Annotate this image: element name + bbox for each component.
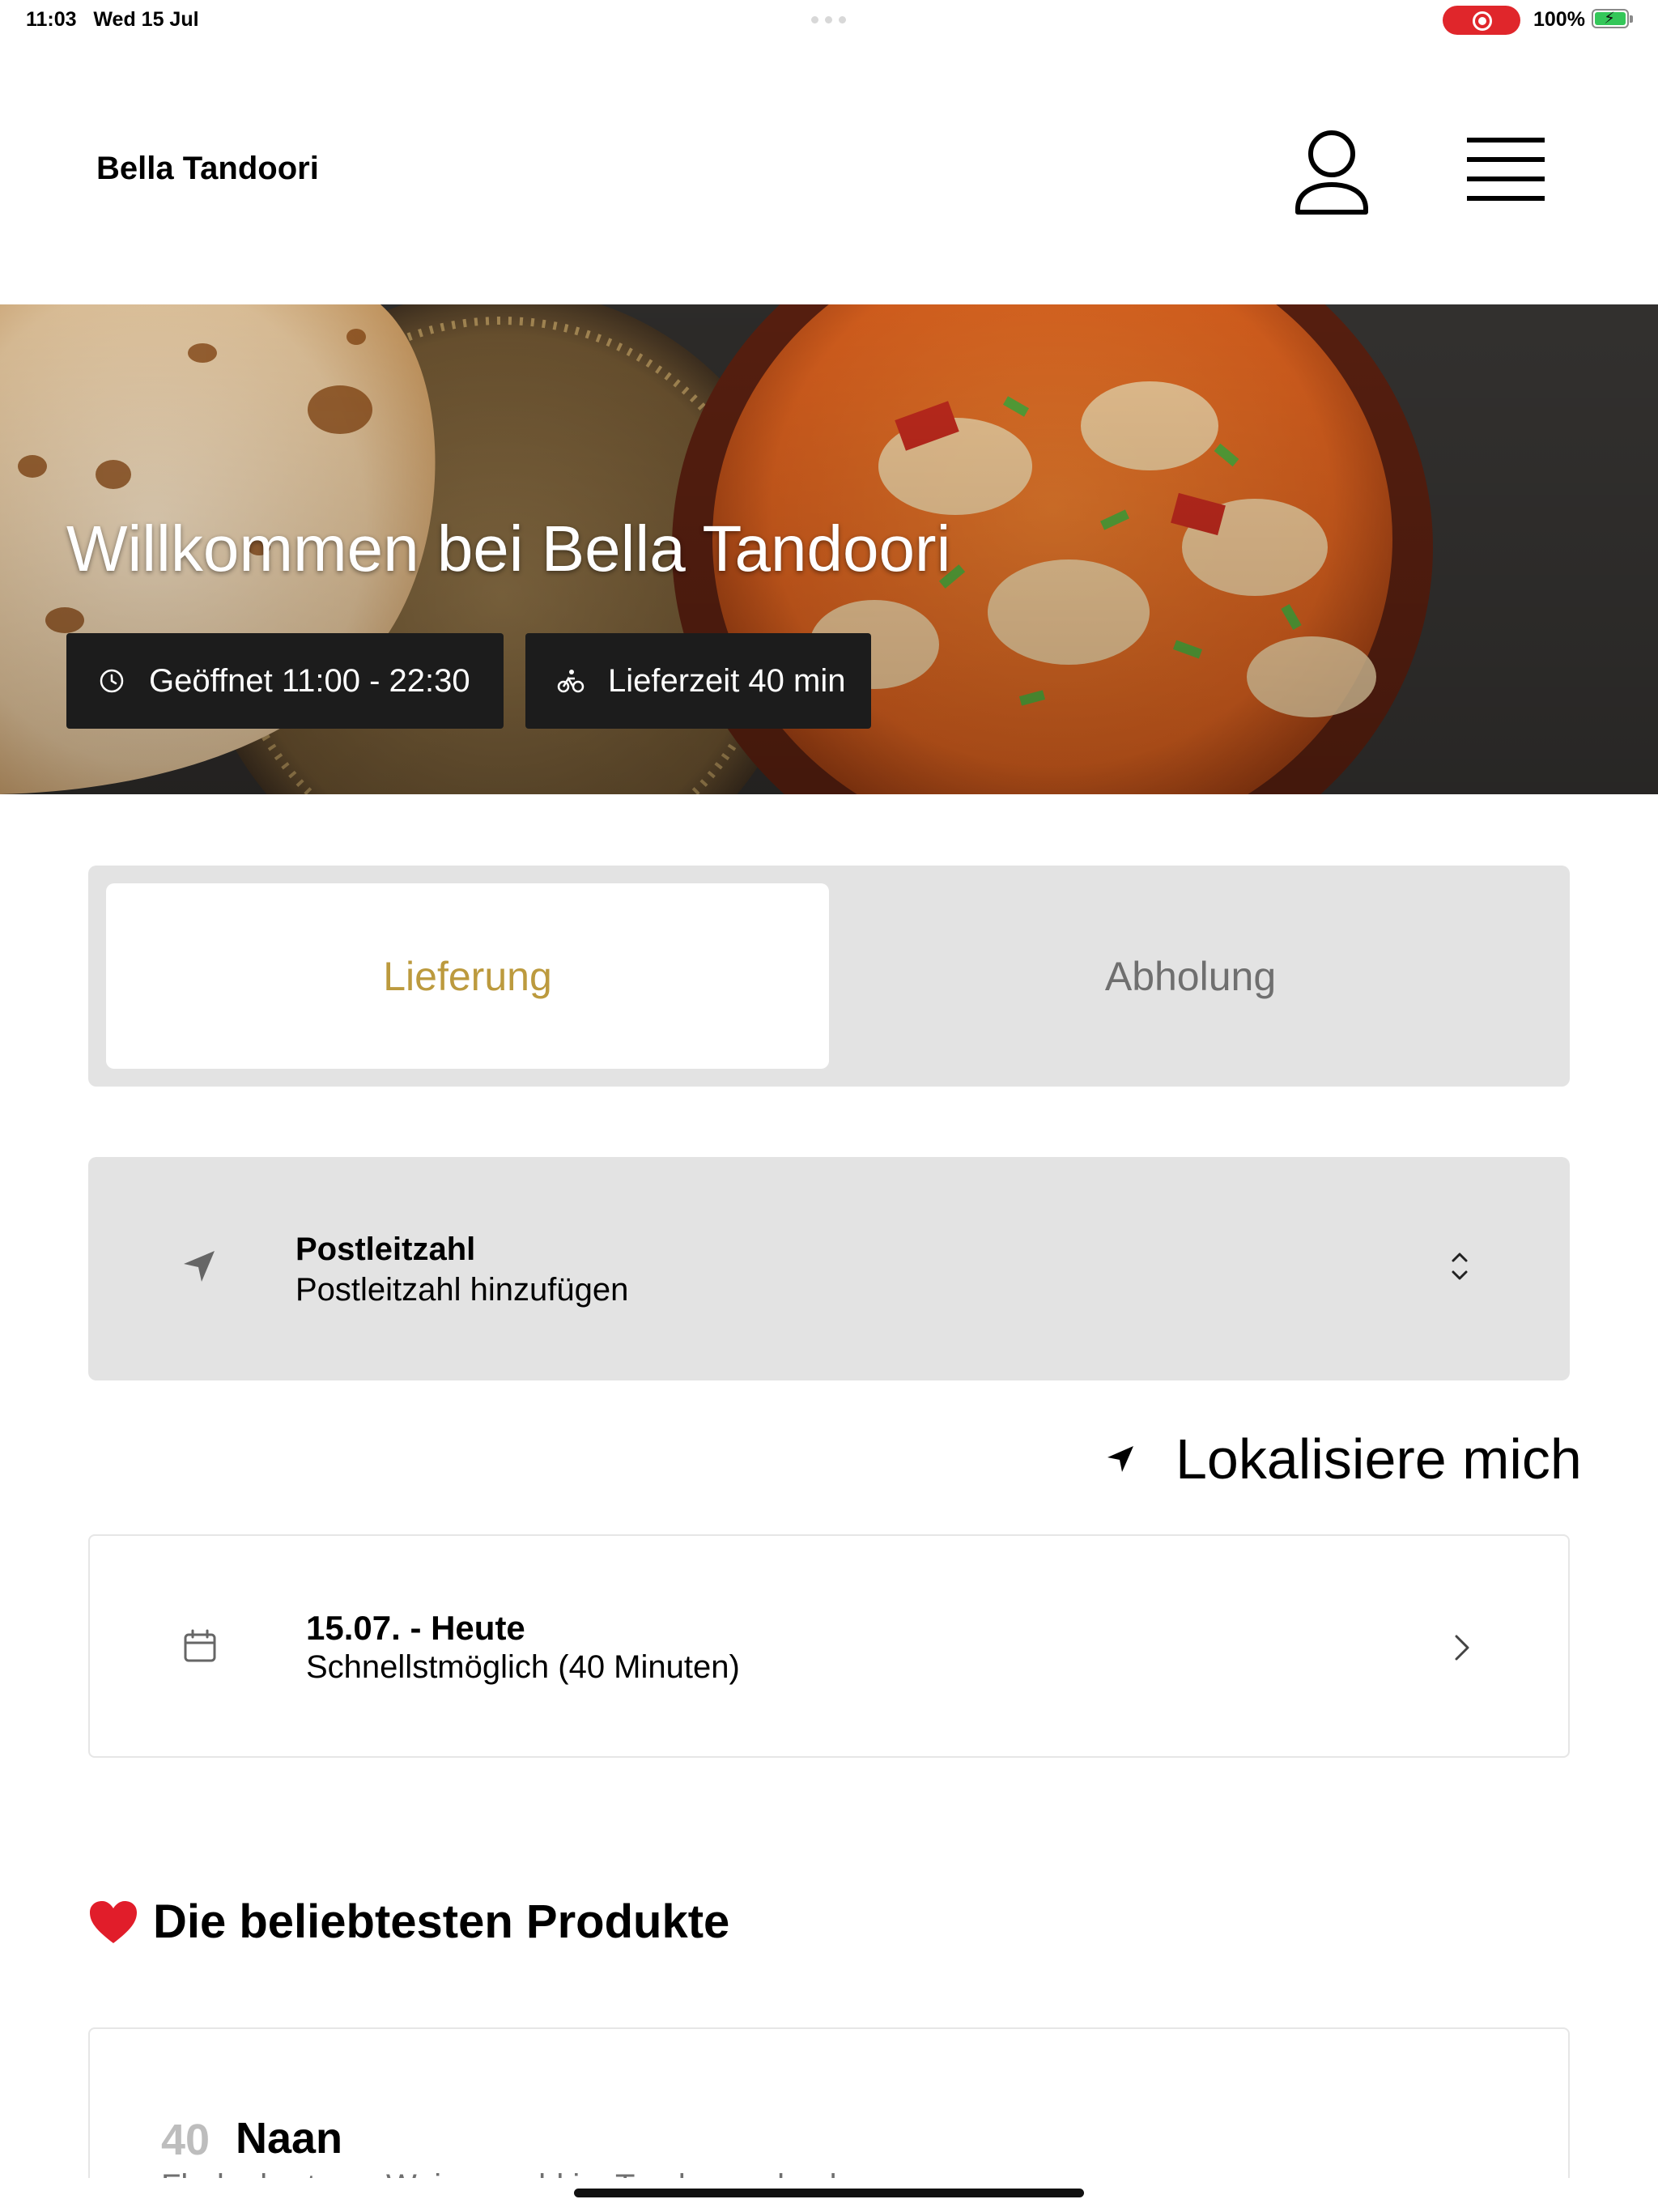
product-name: Naan: [236, 2114, 343, 2163]
screen-recording-icon[interactable]: [1443, 6, 1520, 35]
delivery-time-badge: Lieferzeit 40 min: [525, 633, 871, 729]
status-date: Wed 15 Jul: [93, 8, 199, 31]
home-indicator[interactable]: [574, 2189, 1084, 2197]
delivery-time-selector[interactable]: 15.07. - Heute Schnellstmöglich (40 Minu…: [88, 1534, 1570, 1758]
locate-me-label: Lokalisiere mich: [1175, 1427, 1582, 1491]
popular-products-title: Die beliebtesten Produkte: [153, 1895, 730, 1948]
hamburger-menu-icon: [1467, 138, 1545, 201]
status-time-date: 11:03 Wed 15 Jul: [26, 8, 199, 32]
location-arrow-icon: [184, 1251, 215, 1282]
chevron-up-down-icon: [1452, 1253, 1468, 1280]
status-bar: 11:03 Wed 15 Jul 100% ⚡: [0, 0, 1658, 39]
delivery-time-text: Lieferzeit 40 min: [608, 662, 846, 699]
battery-cap: [1630, 15, 1633, 23]
tab-pickup[interactable]: Abholung: [829, 883, 1552, 1069]
hero-banner: Willkommen bei Bella Tandoori Geöffnet 1…: [0, 304, 1658, 794]
battery-icon: ⚡: [1592, 9, 1629, 28]
clock-icon: [97, 666, 126, 696]
order-mode-toggle: Lieferung Abholung: [88, 866, 1570, 1087]
hero-title: Willkommen bei Bella Tandoori: [66, 513, 951, 585]
status-time: 11:03: [26, 8, 77, 31]
postcode-value: Postleitzahl hinzufügen: [295, 1272, 629, 1308]
bicycle-icon: [556, 666, 585, 696]
locate-me-button[interactable]: Lokalisiere mich: [1104, 1427, 1582, 1491]
heart-icon: [90, 1900, 137, 1943]
product-number: 40: [161, 2116, 210, 2164]
opening-hours-text: Geöffnet 11:00 - 22:30: [149, 662, 470, 699]
opening-hours-badge: Geöffnet 11:00 - 22:30: [66, 633, 504, 729]
battery-percentage: 100%: [1533, 8, 1585, 31]
postcode-selector[interactable]: Postleitzahl Postleitzahl hinzufügen: [88, 1157, 1570, 1380]
tab-delivery[interactable]: Lieferung: [106, 883, 829, 1069]
brand-title[interactable]: Bella Tandoori: [96, 151, 319, 187]
chevron-right-icon: [1455, 1635, 1469, 1661]
popular-products-heading: Die beliebtesten Produkte: [88, 1895, 729, 1949]
delivery-date: 15.07. - Heute: [306, 1609, 525, 1647]
user-account-button[interactable]: [1291, 123, 1372, 220]
postcode-label: Postleitzahl: [295, 1231, 476, 1267]
multitasking-dots-icon[interactable]: [811, 16, 846, 23]
person-icon: [1295, 130, 1368, 215]
location-arrow-icon: [1107, 1446, 1133, 1472]
menu-button[interactable]: [1465, 131, 1546, 204]
delivery-eta: Schnellstmöglich (40 Minuten): [306, 1649, 740, 1685]
calendar-icon: [184, 1629, 216, 1662]
app-page: 11:03 Wed 15 Jul 100% ⚡ Bella Tandoori W…: [0, 0, 1658, 2212]
